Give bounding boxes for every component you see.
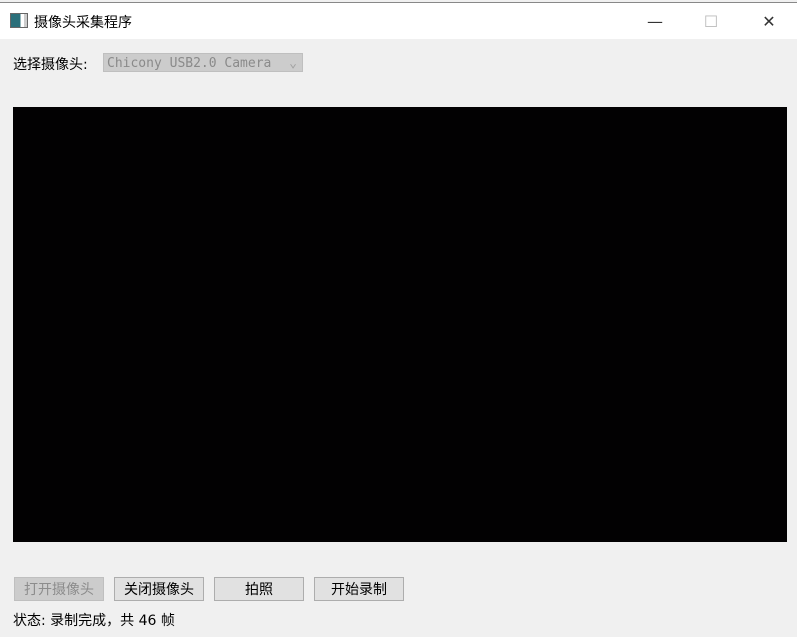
close-button[interactable]: ✕	[746, 3, 792, 39]
minimize-button[interactable]: —	[632, 3, 678, 39]
close-camera-button[interactable]: 关闭摄像头	[114, 577, 204, 601]
title-bar: 摄像头采集程序 — ☐ ✕	[0, 2, 797, 39]
video-preview	[13, 107, 787, 542]
window-title: 摄像头采集程序	[34, 15, 132, 31]
maximize-button[interactable]: ☐	[688, 3, 734, 39]
open-camera-button[interactable]: 打开摄像头	[14, 577, 104, 601]
camera-select-value: Chicony USB2.0 Camera	[107, 56, 272, 71]
camera-select-label: 选择摄像头:	[13, 57, 88, 73]
chevron-down-icon: ⌄	[289, 56, 297, 71]
take-photo-button[interactable]: 拍照	[214, 577, 304, 601]
start-recording-button[interactable]: 开始录制	[314, 577, 404, 601]
status-text: 状态: 录制完成，共 46 帧	[13, 613, 175, 629]
app-icon	[10, 13, 28, 28]
camera-select[interactable]: Chicony USB2.0 Camera ⌄	[103, 53, 303, 72]
